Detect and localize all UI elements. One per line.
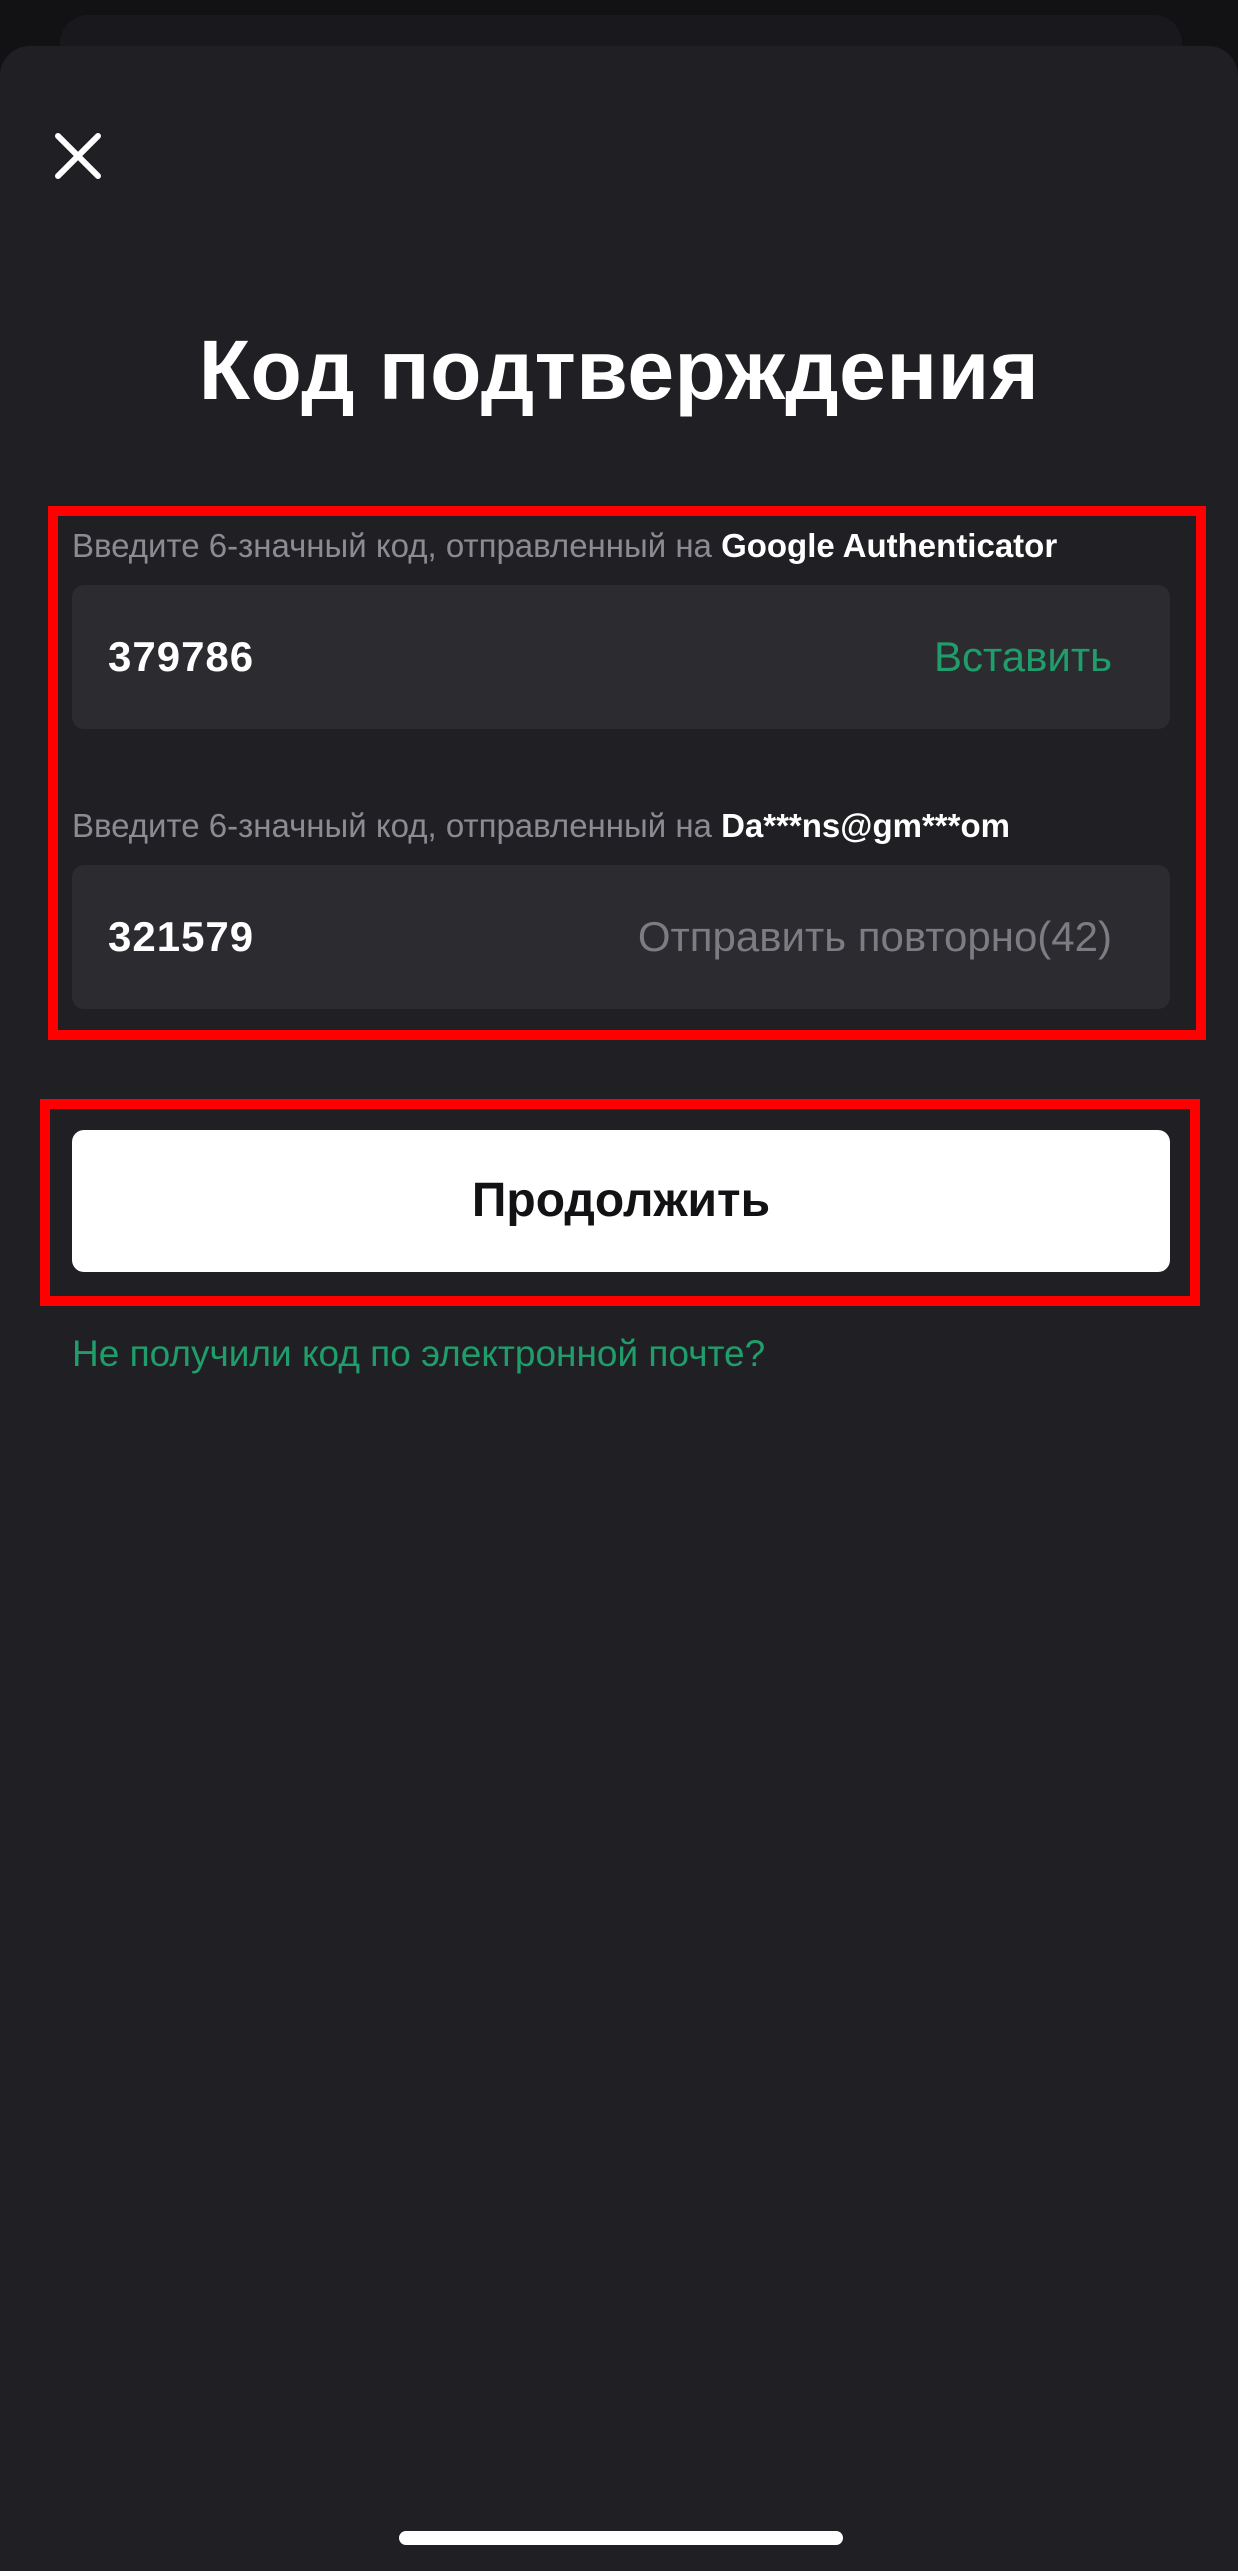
button-highlight-box <box>40 1099 1200 1306</box>
home-indicator[interactable] <box>399 2531 843 2545</box>
verification-sheet <box>0 46 1238 2571</box>
inputs-highlight-box <box>48 506 1206 1040</box>
no-email-code-link[interactable]: Не получили код по электронной почте? <box>72 1330 765 1378</box>
close-button[interactable] <box>48 126 108 186</box>
page-title: Код подтверждения <box>198 323 1040 417</box>
close-icon <box>55 133 101 179</box>
